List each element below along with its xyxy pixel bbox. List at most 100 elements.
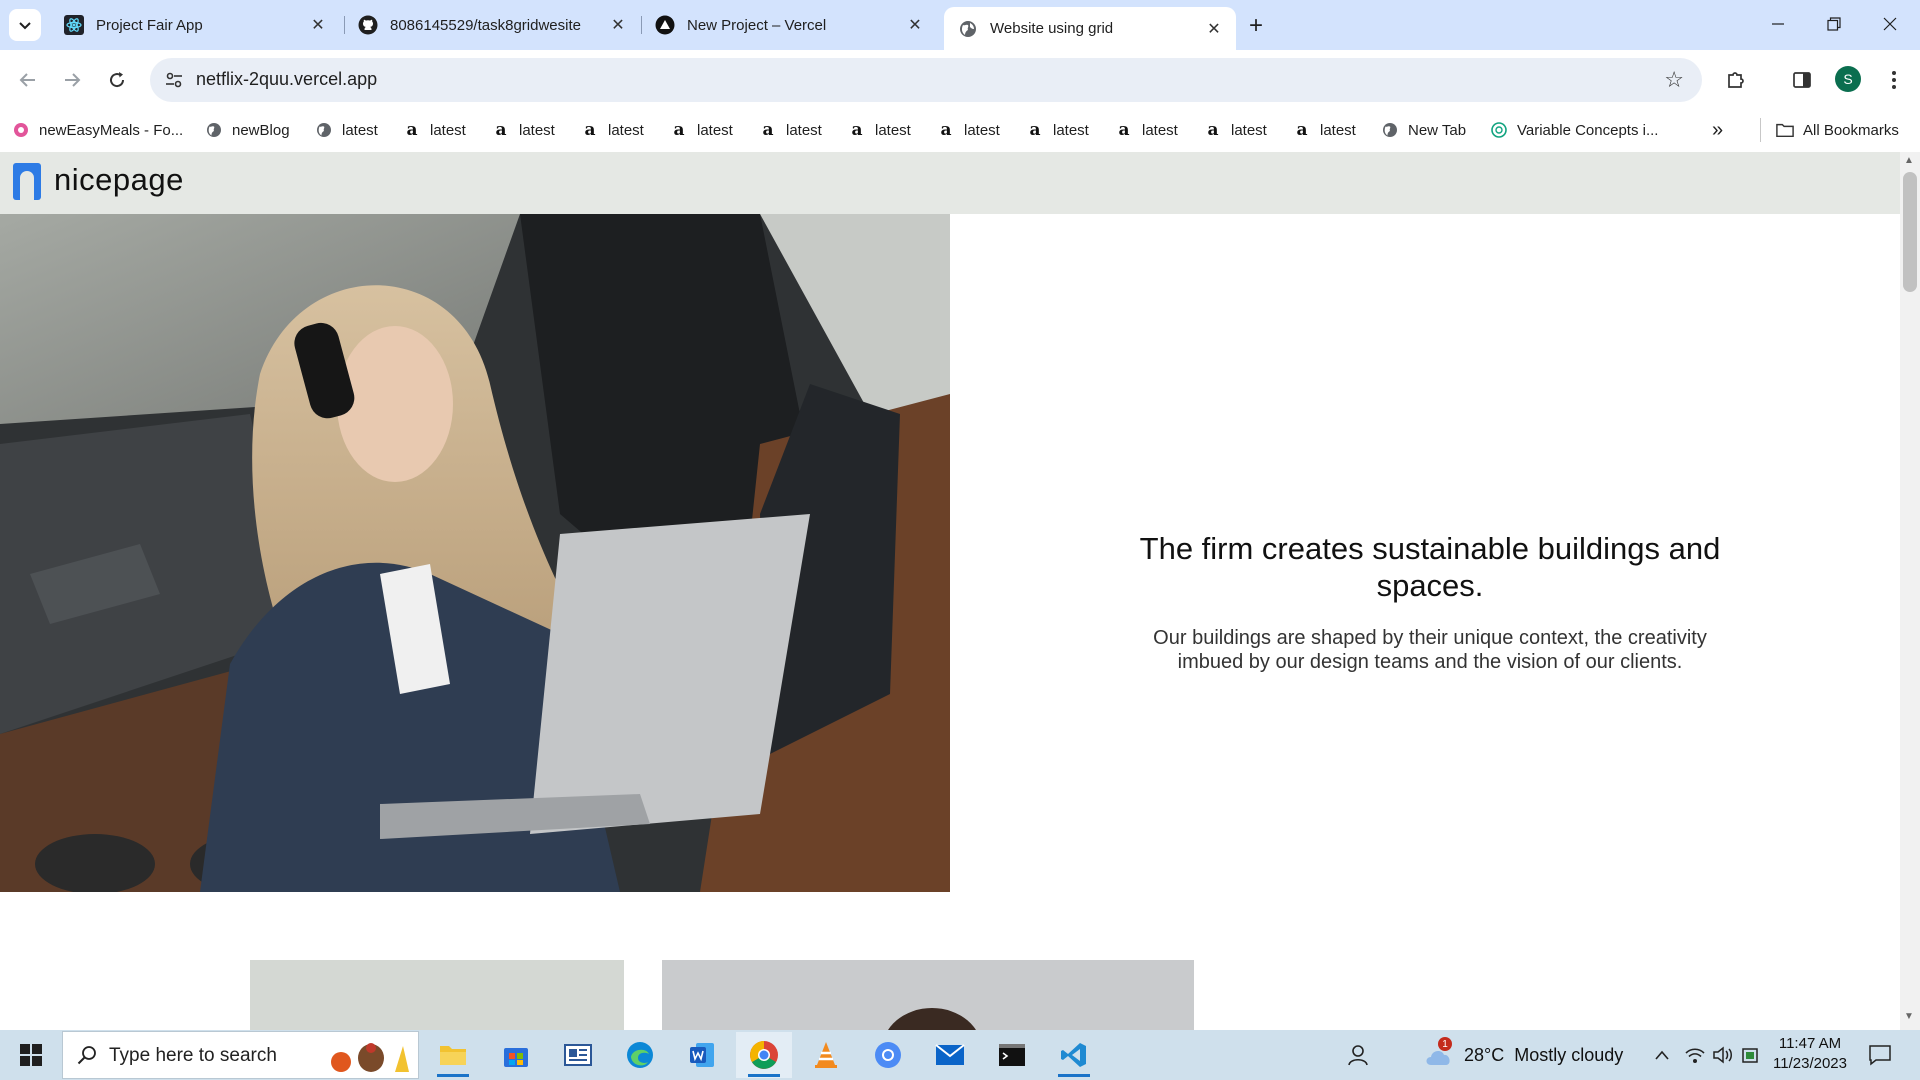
bookmark-item[interactable]: Variable Concepts i...: [1490, 115, 1658, 145]
url-text[interactable]: netflix-2quu.vercel.app: [196, 69, 377, 90]
wifi-icon: [1685, 1048, 1705, 1063]
tab-project-fair[interactable]: Project Fair App ✕: [50, 7, 340, 43]
bookmark-item[interactable]: latest: [315, 115, 378, 145]
bookmark-item[interactable]: a latest: [581, 115, 644, 145]
volume-tray-icon[interactable]: [1712, 1040, 1734, 1070]
notification-center-button[interactable]: [1868, 1040, 1892, 1070]
extensions-button[interactable]: [1722, 66, 1750, 94]
bookmark-label: latest: [1053, 121, 1089, 139]
bookmark-item[interactable]: a latest: [937, 115, 999, 145]
close-icon: [1883, 17, 1897, 31]
bookmark-item[interactable]: newBlog: [205, 115, 290, 145]
tab-website-grid[interactable]: Website using grid ✕: [944, 7, 1236, 50]
weather-widget[interactable]: 1 28°C Mostly cloudy: [1424, 1037, 1623, 1070]
show-hidden-icons-button[interactable]: [1654, 1040, 1670, 1070]
chrome-blue-icon: [875, 1042, 901, 1068]
amazon-icon: a: [762, 120, 774, 140]
bookmark-item[interactable]: a latest: [670, 115, 732, 145]
thanksgiving-illustration-icon: [331, 1043, 409, 1072]
chrome-app[interactable]: [736, 1032, 792, 1078]
taskbar-search-box[interactable]: Type here to search: [62, 1031, 419, 1079]
side-panel-button[interactable]: [1788, 66, 1816, 94]
bookmark-star-icon[interactable]: ☆: [1664, 67, 1684, 93]
battery-tray-icon[interactable]: [1740, 1040, 1760, 1070]
people-tray-icon[interactable]: [1346, 1040, 1370, 1070]
plus-icon: +: [1248, 12, 1263, 39]
restore-button[interactable]: [1806, 0, 1862, 48]
word-app[interactable]: [674, 1032, 730, 1078]
news-app[interactable]: [550, 1032, 606, 1078]
close-tab-icon[interactable]: ✕: [905, 15, 925, 35]
browser-menu-button[interactable]: [1880, 66, 1908, 94]
terminal-app[interactable]: [984, 1032, 1040, 1078]
network-tray-icon[interactable]: [1684, 1040, 1706, 1070]
bookmark-item[interactable]: a latest: [1204, 115, 1266, 145]
address-bar[interactable]: netflix-2quu.vercel.app ☆: [150, 58, 1702, 102]
bookmark-label: latest: [1320, 121, 1356, 139]
bookmark-item[interactable]: a latest: [759, 115, 821, 145]
bookmark-label: latest: [608, 121, 644, 139]
taskbar-clock[interactable]: 11:47 AM 11/23/2023: [1766, 1034, 1854, 1074]
scroll-up-arrow-icon[interactable]: ▲: [1904, 155, 1914, 166]
reload-button[interactable]: [100, 63, 134, 97]
bookmark-item[interactable]: a latest: [492, 115, 554, 145]
chrome-profile-app[interactable]: [860, 1032, 916, 1078]
tab-strip: Project Fair App ✕ 8086145529/task8gridw…: [0, 0, 1920, 50]
weather-alert-badge: 1: [1438, 1037, 1452, 1051]
edge-app[interactable]: [612, 1032, 668, 1078]
amazon-icon: a: [851, 120, 863, 140]
folder-icon: [1776, 121, 1794, 139]
news-icon: [564, 1044, 592, 1066]
bookmark-item[interactable]: a latest: [848, 115, 910, 145]
bookmarks-overflow-button[interactable]: »: [1712, 115, 1723, 145]
bookmark-item[interactable]: a latest: [1293, 115, 1356, 145]
close-tab-icon[interactable]: ✕: [1204, 19, 1224, 39]
globe-icon: [315, 121, 333, 139]
amazon-icon: a: [1296, 120, 1308, 140]
vlc-app[interactable]: [798, 1032, 854, 1078]
vscode-app[interactable]: [1046, 1032, 1102, 1078]
close-window-button[interactable]: [1862, 0, 1918, 48]
site-logo-text[interactable]: nicepage: [54, 162, 184, 198]
minimize-button[interactable]: [1750, 0, 1806, 48]
microsoft-store-app[interactable]: [488, 1032, 544, 1078]
bookmark-item[interactable]: New Tab: [1381, 115, 1466, 145]
scrollbar-thumb[interactable]: [1903, 172, 1917, 292]
close-tab-icon[interactable]: ✕: [608, 15, 628, 35]
tab-vercel[interactable]: New Project – Vercel ✕: [641, 7, 937, 43]
new-tab-button[interactable]: +: [1240, 10, 1272, 42]
mail-app[interactable]: [922, 1032, 978, 1078]
bookmark-label: newEasyMeals - Fo...: [39, 121, 184, 139]
bookmark-item[interactable]: a latest: [1115, 115, 1177, 145]
folder-icon: [440, 1046, 466, 1065]
profile-avatar[interactable]: S: [1835, 66, 1861, 92]
amazon-icon: a: [1207, 120, 1219, 140]
site-header: nicepage: [0, 152, 1900, 214]
tab-github[interactable]: 8086145529/task8gridwesite ✕: [344, 7, 640, 43]
word-icon: [690, 1043, 714, 1067]
bookmark-item[interactable]: newEasyMeals - Fo...: [12, 115, 183, 145]
forward-button[interactable]: [55, 63, 89, 97]
bookmark-item[interactable]: a latest: [1026, 115, 1089, 145]
clock-date: 11/23/2023: [1773, 1055, 1847, 1072]
minimize-icon: [1772, 23, 1784, 25]
tab-title: Project Fair App: [96, 16, 203, 34]
vlc-cone-icon: [815, 1042, 837, 1068]
bookmark-item[interactable]: a latest: [403, 115, 465, 145]
cloud-icon: 1: [1424, 1037, 1454, 1067]
tab-title: New Project – Vercel: [687, 16, 827, 34]
file-explorer-app[interactable]: [425, 1032, 481, 1078]
start-button[interactable]: [0, 1030, 62, 1080]
windows-logo-icon: [20, 1044, 42, 1066]
amazon-icon: a: [406, 120, 418, 140]
nicepage-logo-icon[interactable]: [13, 163, 41, 200]
site-info-icon[interactable]: [164, 70, 184, 90]
globe-icon: [1381, 121, 1399, 139]
all-bookmarks-label: All Bookmarks: [1803, 121, 1899, 139]
tab-search-button[interactable]: [9, 9, 41, 41]
scroll-down-arrow-icon[interactable]: ▼: [1904, 1011, 1914, 1022]
feature-image-portrait: [662, 960, 1194, 1030]
close-tab-icon[interactable]: ✕: [308, 15, 328, 35]
back-button[interactable]: [11, 63, 45, 97]
all-bookmarks-button[interactable]: All Bookmarks: [1776, 115, 1899, 145]
